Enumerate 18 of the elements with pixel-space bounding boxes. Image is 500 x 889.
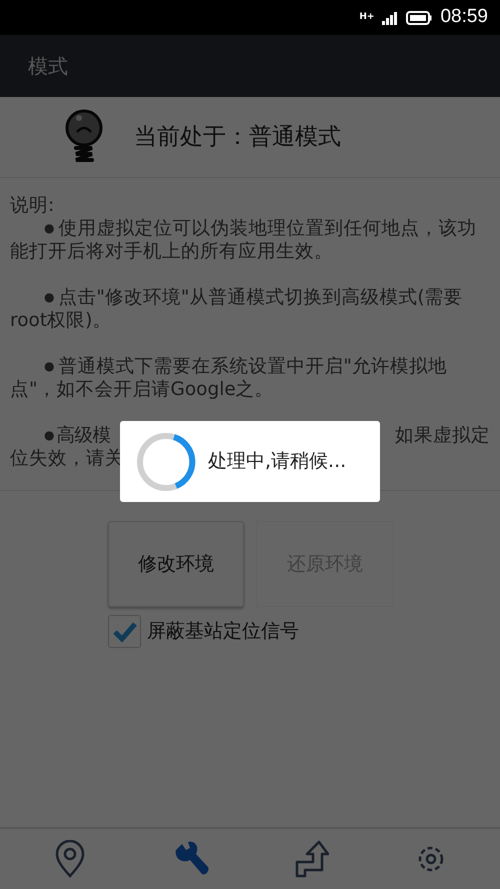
turn-arrow-icon[interactable] xyxy=(294,840,328,878)
action-button[interactable]: 修改环境 xyxy=(108,521,244,607)
app-title: 模式 xyxy=(28,53,68,80)
dialog-message: 处理中,请稍候... xyxy=(208,449,346,474)
description-paragraph-end: 如果虚拟定 xyxy=(395,424,490,447)
description-paragraph-start: $^{●}$高级模 xyxy=(44,424,110,447)
checkbox-label: 屏蔽基站定位信号 xyxy=(147,619,299,644)
description-paragraph: $^{●}$ 点击"修改环境"从普通模式切换到高级模式(需要root权限)。 xyxy=(10,286,464,332)
description-paragraph: $^{●}$ 使用虚拟定位可以伪装地理位置到任何地点，该功能打开后将对手机上的所有应用生效。 xyxy=(10,217,478,263)
signal-icon xyxy=(382,10,398,24)
checkbox[interactable] xyxy=(108,615,141,648)
clock: 08:59 xyxy=(440,5,488,30)
loading-spinner-icon xyxy=(136,432,196,492)
mode-status-text: 当前处于：普通模式 xyxy=(134,122,341,152)
network-type: H+ xyxy=(359,13,374,22)
battery-icon xyxy=(406,10,432,24)
description-heading: 说明: xyxy=(10,194,54,217)
description-paragraph: $^{●}$ 普通模式下需要在系统设置中开启"允许模拟地点"，如不会开启请Google之。 xyxy=(10,355,448,401)
